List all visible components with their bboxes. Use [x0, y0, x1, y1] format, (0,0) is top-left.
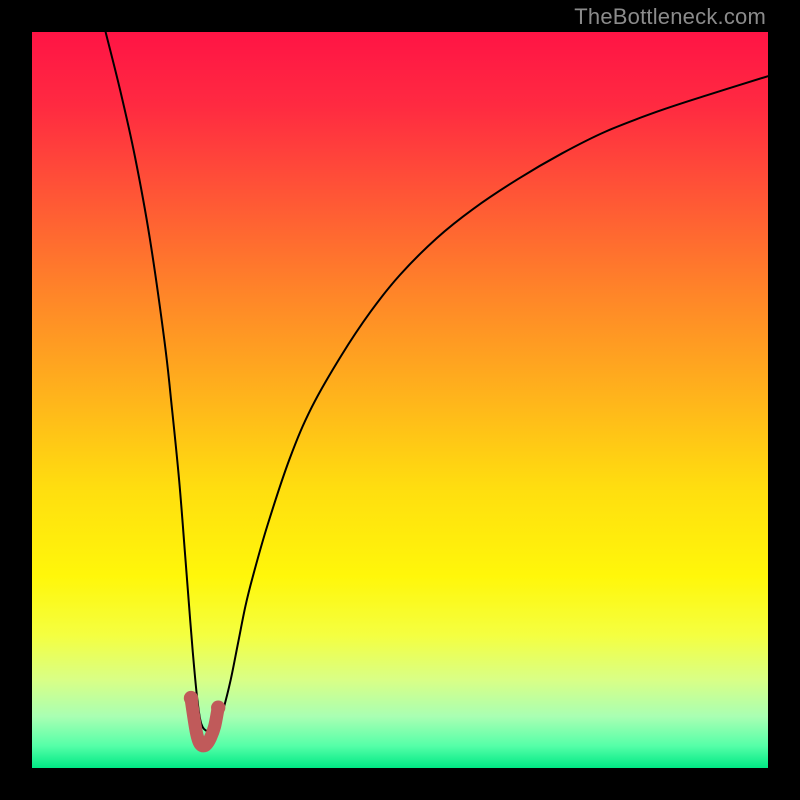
plot-area [32, 32, 768, 768]
marker-end-dot [211, 700, 225, 714]
chart-frame: TheBottleneck.com [0, 0, 800, 800]
curve-layer [32, 32, 768, 768]
watermark-text: TheBottleneck.com [574, 4, 766, 30]
marker-end-dot [184, 691, 198, 705]
series-main-curve [106, 32, 768, 732]
